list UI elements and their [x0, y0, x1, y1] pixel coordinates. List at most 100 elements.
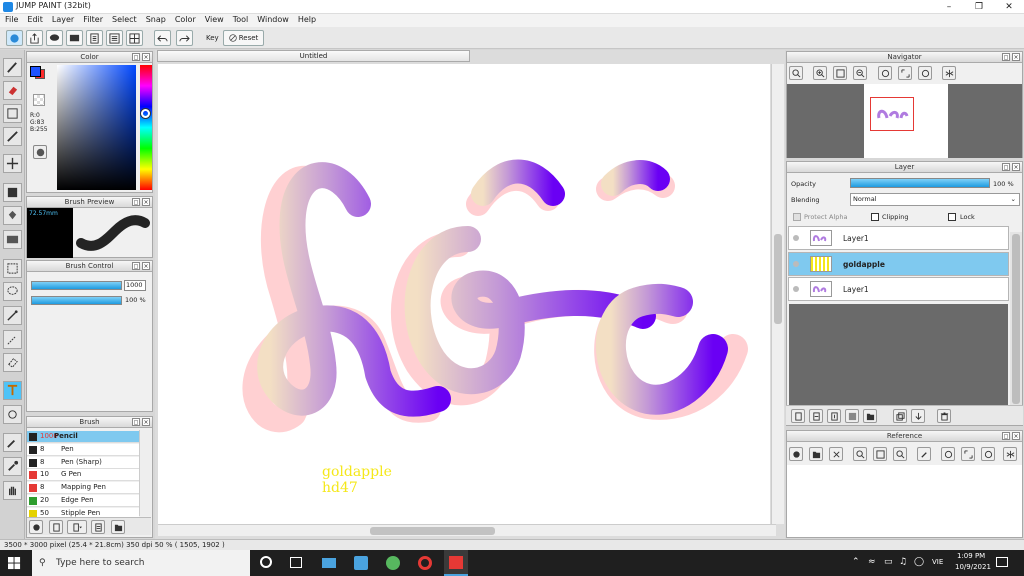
brush-list-scrollbar[interactable] — [139, 430, 151, 516]
menu-snap[interactable]: Snap — [141, 14, 170, 27]
ref-fit-button[interactable] — [873, 447, 887, 461]
close-button[interactable]: ✕ — [994, 0, 1024, 14]
rotate-left-button[interactable] — [878, 66, 892, 80]
display-icon[interactable]: ▭ — [884, 557, 893, 567]
panel-float-icon[interactable]: ◻ — [132, 262, 140, 270]
blending-select[interactable]: Normal ⌄ — [850, 193, 1020, 206]
panel-float-icon[interactable]: ◻ — [1002, 163, 1010, 171]
saturation-value-picker[interactable] — [57, 65, 136, 190]
list-button[interactable] — [106, 30, 123, 46]
panel-close-icon[interactable]: × — [142, 262, 150, 270]
brush-settings-button[interactable] — [29, 520, 43, 534]
chevron-up-icon[interactable]: ⌃ — [852, 557, 860, 567]
vertical-scroll-thumb[interactable] — [774, 234, 782, 324]
eraser-tool[interactable] — [3, 81, 22, 100]
visibility-eye-icon[interactable] — [793, 235, 799, 241]
select-tool[interactable] — [3, 259, 22, 278]
visibility-eye-icon[interactable] — [793, 260, 799, 267]
clipping-checkbox[interactable] — [871, 213, 879, 221]
cortana-icon[interactable] — [260, 556, 272, 568]
merge-down-button[interactable] — [911, 409, 925, 423]
opera-icon[interactable] — [418, 556, 432, 570]
panel-close-icon[interactable]: × — [142, 53, 150, 61]
grid-button[interactable] — [126, 30, 143, 46]
dropper-tool[interactable] — [3, 457, 22, 476]
protect-alpha-checkbox[interactable] — [793, 213, 801, 221]
new-8bit-layer-button[interactable] — [809, 409, 823, 423]
canvas-vertical-scrollbar[interactable] — [771, 64, 784, 524]
brush-list-item[interactable]: 8 Pen — [27, 443, 139, 456]
menu-color[interactable]: Color — [170, 14, 200, 27]
fill-shape-tool[interactable] — [3, 183, 22, 202]
store-icon[interactable] — [354, 556, 368, 570]
language-indicator[interactable]: VIE — [932, 558, 943, 566]
brush-menu-button[interactable] — [67, 520, 87, 534]
volume-icon[interactable]: ♫ — [899, 557, 907, 567]
transparent-swatch[interactable] — [33, 94, 45, 106]
minimize-button[interactable]: – — [934, 0, 964, 14]
navigator-view-box[interactable] — [870, 97, 914, 131]
move-tool[interactable] — [3, 154, 22, 173]
layer-list-scrollbar[interactable] — [1010, 232, 1022, 408]
halftone-layer-button[interactable] — [845, 409, 859, 423]
panel-float-icon[interactable]: ◻ — [132, 418, 140, 426]
bucket-tool[interactable] — [3, 206, 22, 225]
flip-button[interactable] — [942, 66, 956, 80]
layer-row[interactable]: Layer1 — [788, 277, 1009, 301]
new-layer-button[interactable] — [791, 409, 805, 423]
panel-close-icon[interactable]: × — [142, 198, 150, 206]
restore-button[interactable]: ❐ — [964, 0, 994, 14]
browser-icon[interactable] — [386, 556, 400, 570]
brush-list-item[interactable]: 10 G Pen — [27, 469, 139, 482]
brush-tool[interactable] — [3, 58, 22, 77]
hue-slider[interactable] — [140, 65, 152, 190]
drawing-canvas[interactable]: goldapple hd47 — [158, 64, 770, 524]
lasso-tool[interactable] — [3, 282, 22, 301]
battery-icon[interactable]: ◯ — [914, 557, 924, 567]
brush-list-item[interactable]: 8 Pen (Sharp) — [27, 456, 139, 469]
notifications-icon[interactable] — [996, 557, 1008, 567]
text-tool[interactable] — [3, 381, 22, 400]
new-brush-button[interactable] — [49, 520, 63, 534]
redo-button[interactable] — [176, 30, 193, 46]
hue-slider-handle[interactable] — [141, 109, 150, 118]
undo-button[interactable] — [154, 30, 171, 46]
panel-close-icon[interactable]: × — [1012, 432, 1020, 440]
brush-list-item[interactable]: 1000 Pencil — [27, 431, 139, 443]
menu-edit[interactable]: Edit — [22, 14, 47, 27]
visibility-eye-icon[interactable] — [793, 286, 799, 292]
document-button[interactable] — [86, 30, 103, 46]
duplicate-layer-button[interactable] — [893, 409, 907, 423]
hand-tool[interactable] — [3, 481, 22, 500]
foreground-color-swatch[interactable] — [30, 66, 41, 77]
rect-select-tool[interactable] — [3, 104, 22, 123]
panel-close-icon[interactable]: × — [1012, 163, 1020, 171]
reset-button[interactable]: Reset — [223, 30, 264, 46]
menu-view[interactable]: View — [200, 14, 228, 27]
canvas-horizontal-scrollbar[interactable] — [158, 524, 776, 536]
layer-row[interactable]: Layer1 — [788, 226, 1009, 250]
fit-screen-button[interactable] — [833, 66, 847, 80]
network-icon[interactable]: ≈ — [868, 557, 876, 567]
menu-select[interactable]: Select — [107, 14, 141, 27]
panel-float-icon[interactable]: ◻ — [132, 198, 140, 206]
menu-file[interactable]: File — [0, 14, 22, 27]
ref-rotate-left-button[interactable] — [941, 447, 955, 461]
brush-opacity-slider[interactable] — [31, 296, 122, 305]
new-1bit-layer-button[interactable] — [827, 409, 841, 423]
windows-start-button[interactable] — [8, 557, 21, 570]
zoom-out-button[interactable] — [853, 66, 867, 80]
task-view-icon[interactable] — [290, 557, 302, 568]
zoom-fit-button[interactable] — [789, 66, 803, 80]
brush-list-item[interactable]: 20 Edge Pen — [27, 495, 139, 507]
ref-zoom-in-button[interactable] — [853, 447, 867, 461]
ref-expand-button[interactable] — [961, 447, 975, 461]
panel-float-icon[interactable]: ◻ — [132, 53, 140, 61]
select-eraser-tool[interactable] — [3, 353, 22, 372]
open-reference-button[interactable] — [809, 447, 823, 461]
brush-size-slider[interactable] — [31, 281, 122, 290]
menu-help[interactable]: Help — [293, 14, 320, 27]
zoom-in-button[interactable] — [813, 66, 827, 80]
ref-zoom-out-button[interactable] — [893, 447, 907, 461]
line-tool[interactable] — [3, 127, 22, 146]
